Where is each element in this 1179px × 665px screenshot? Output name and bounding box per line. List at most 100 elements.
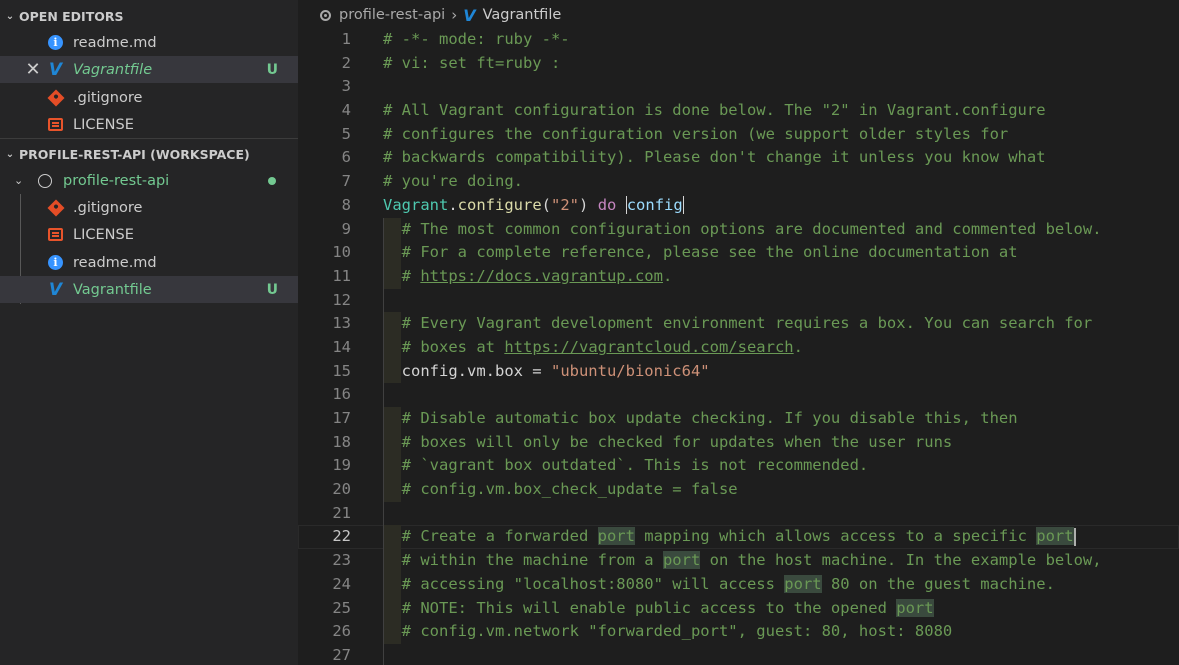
modified-dot [268,176,276,185]
breadcrumb-file[interactable]: Vagrantfile [483,7,562,23]
code-line[interactable]: 17 # Disable automatic box update checki… [298,407,1179,431]
code-line[interactable]: 12 [298,288,1179,313]
chevron-right-icon: › [451,6,458,24]
vagrant-icon: V [463,5,476,25]
line-text: # The most common configuration options … [401,219,1102,238]
open-editor-label: LICENSE [73,116,134,133]
git-icon [47,89,64,106]
code-line[interactable]: 19 # `vagrant box outdated`. This is not… [298,454,1179,479]
indent-guide [383,383,384,407]
line-number: 13 [332,314,351,333]
code-line[interactable]: 13 # Every Vagrant development environme… [298,312,1179,336]
line-number: 9 [341,219,351,238]
code-line[interactable]: 4 # All Vagrant configuration is done bel… [298,99,1179,123]
explorer-sidebar: ⌄ OPEN EDITORS i readme.md ✕ V Vagrantfi… [0,0,298,665]
line-text: # Every Vagrant development environment … [401,314,1093,333]
line-text: # within the machine from a port on the … [401,551,1102,570]
folder-item-profile-rest-api[interactable]: ⌄ profile-rest-api [0,167,298,194]
line-text: # backwards compatibility). Please don't… [383,148,1046,167]
license-icon [47,226,64,243]
open-editor-item-license[interactable]: LICENSE [0,111,298,138]
line-number: 7 [341,172,351,191]
vscode-window: ⌄ OPEN EDITORS i readme.md ✕ V Vagrantfi… [0,0,1179,665]
code-line[interactable]: 6 # backwards compatibility). Please don'… [298,146,1179,170]
open-editor-label: Vagrantfile [73,61,153,78]
line-number: 10 [332,243,351,262]
folder-label: profile-rest-api [63,172,170,189]
file-item-license[interactable]: LICENSE [0,221,298,248]
text-cursor [1073,527,1076,546]
line-number: 12 [332,290,351,309]
line-number: 24 [332,574,351,593]
code-line[interactable]: 18 # boxes will only be checked for upda… [298,430,1179,455]
code-line[interactable]: 26 # config.vm.network "forwarded_port",… [298,620,1179,644]
line-text: # -*- mode: ruby -*- [383,30,570,48]
line-text: # config.vm.box_check_update = false [401,480,738,499]
breadcrumb: profile-rest-api › V Vagrantfile [298,0,1179,30]
open-editor-label: readme.md [73,34,157,51]
line-number: 19 [332,456,351,475]
line-number: 2 [341,53,351,72]
file-item-readme[interactable]: i readme.md [0,249,298,276]
line-number: 20 [332,480,351,499]
line-number: 4 [341,101,351,120]
code-line[interactable]: 10 # For a complete reference, please se… [298,241,1179,265]
code-line[interactable]: 27 [298,643,1179,665]
code-line[interactable]: 24 # accessing "localhost:8080" will acc… [298,572,1179,597]
code-line[interactable]: 22 # Create a forwarded port mapping whi… [298,525,1179,550]
code-line[interactable]: 8 Vagrant.configure("2") do config [298,194,1179,218]
code-line[interactable]: 16 [298,383,1179,407]
line-text: # boxes will only be checked for updates… [401,432,953,451]
file-item-vagrantfile[interactable]: V Vagrantfile U [0,276,298,303]
code-line[interactable]: 11 # https://docs.vagrantup.com. [298,264,1179,289]
breadcrumb-folder[interactable]: profile-rest-api [339,7,445,23]
code-line[interactable]: 7 # you're doing. [298,170,1179,194]
chevron-down-icon: ⌄ [5,10,15,22]
code-line[interactable]: 1 # -*- mode: ruby -*- [298,28,1179,52]
open-editor-label: .gitignore [73,89,143,106]
open-editor-item-gitignore[interactable]: .gitignore [0,84,298,111]
code-editor[interactable]: profile-rest-api › V Vagrantfile 1 # -*- … [298,0,1179,665]
line-text: # NOTE: This will enable public access t… [401,598,934,617]
line-text: # Create a forwarded port mapping which … [401,527,1076,546]
line-number: 8 [341,195,351,214]
line-text: config.vm.box = "ubuntu/bionic64" [383,361,710,380]
line-number: 18 [332,432,351,451]
open-editor-item-vagrantfile[interactable]: ✕ V Vagrantfile U [0,56,298,83]
line-number: 27 [332,645,351,664]
close-icon[interactable]: ✕ [25,60,41,78]
code-line[interactable]: 14 # boxes at https://vagrantcloud.com/s… [298,335,1179,360]
code-line[interactable]: 9 # The most common configuration option… [298,217,1179,242]
line-number: 11 [332,266,351,285]
chevron-down-icon: ⌄ [5,148,15,160]
code-lines[interactable]: 1 # -*- mode: ruby -*- 2 # vi: set ft=ruby … [298,28,1179,665]
code-line[interactable]: 21 [298,501,1179,526]
repo-circle-icon [320,9,331,21]
vagrant-icon: V [48,279,63,300]
code-line[interactable]: 3 [298,75,1179,99]
code-line[interactable]: 23 # within the machine from a port on t… [298,549,1179,573]
open-editor-item-readme[interactable]: i readme.md [0,29,298,56]
line-text: # All Vagrant configuration is done belo… [383,101,1046,120]
workspace-header[interactable]: ⌄ PROFILE-REST-API (WORKSPACE) [0,140,298,168]
code-line[interactable]: 15 config.vm.box = "ubuntu/bionic64" [298,359,1179,384]
open-editors-header[interactable]: ⌄ OPEN EDITORS [0,2,298,30]
line-text: # vi: set ft=ruby : [383,53,561,72]
line-text: # you're doing. [383,172,523,191]
code-line[interactable]: 2 # vi: set ft=ruby : [298,52,1179,76]
line-number: 16 [332,385,351,404]
section-divider [0,138,298,139]
code-line[interactable]: 5 # configures the configuration version … [298,123,1179,147]
code-line[interactable]: 25 # NOTE: This will enable public acces… [298,596,1179,621]
line-number: 26 [332,622,351,641]
code-line[interactable]: 20 # config.vm.box_check_update = false [298,478,1179,502]
info-icon: i [47,34,64,51]
line-text: # Disable automatic box update checking.… [401,409,1018,427]
line-number: 5 [341,124,351,143]
line-number: 23 [332,551,351,570]
line-number: 21 [332,503,351,522]
line-number: 1 [341,30,351,48]
line-number: 15 [332,361,351,380]
untracked-badge: U [266,281,278,298]
file-item-gitignore[interactable]: .gitignore [0,194,298,221]
